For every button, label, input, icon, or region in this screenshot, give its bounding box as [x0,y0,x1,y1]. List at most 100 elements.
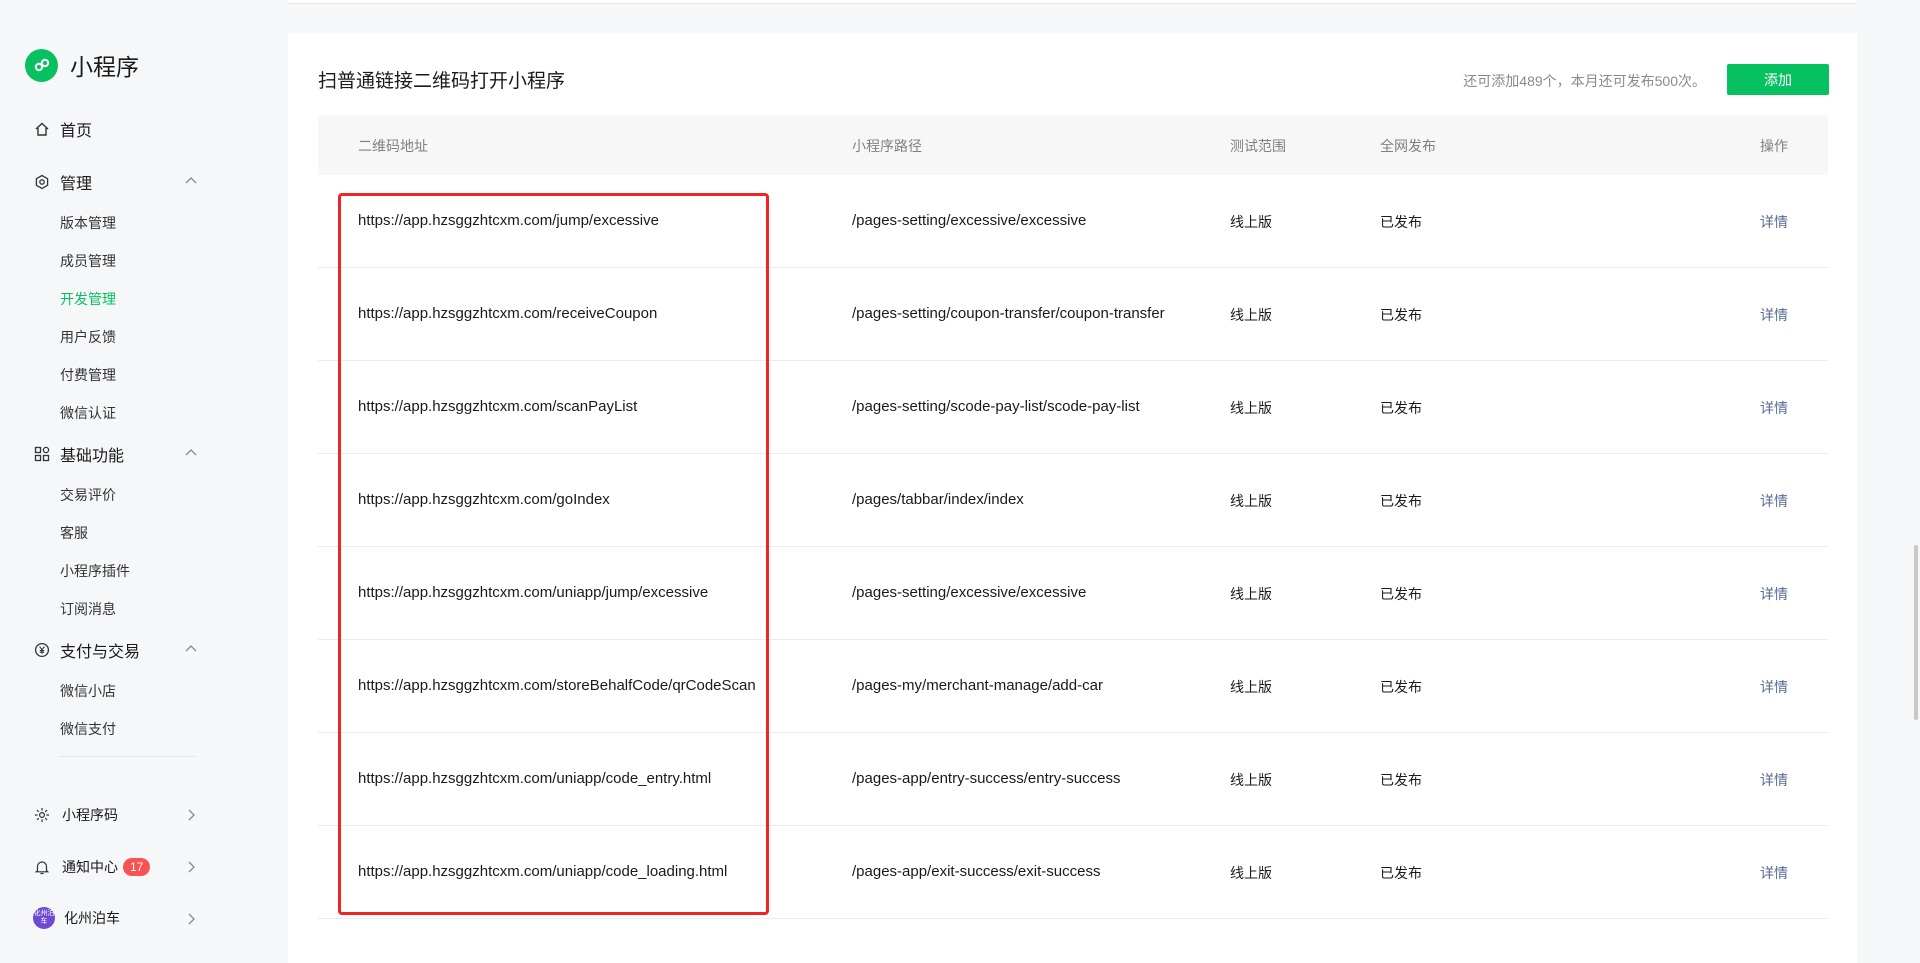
table-row: https://app.hzsggzhtcxm.com/uniapp/code_… [318,733,1828,826]
row-test-scope: 线上版 [1230,679,1272,695]
row-miniprogram-path: /pages-setting/excessive/excessive [852,212,1087,229]
row-test-scope: 线上版 [1230,772,1272,788]
settings-icon [33,173,51,191]
chevron-right-icon[interactable] [183,859,199,875]
nav-manage-label: 管理 [60,176,93,193]
bell-icon [33,858,51,876]
row-miniprogram-path: /pages-setting/coupon-transfer/coupon-tr… [852,305,1165,322]
sidebar: 小程序 首页 管理 版本管理 成员管理 开发管理 用户反馈 付费管理 微信认证 … [0,0,225,953]
row-qrcode-url: https://app.hzsggzhtcxm.com/uniapp/jump/… [358,584,709,601]
details-link[interactable]: 详情 [1760,863,1788,883]
row-test-scope: 线上版 [1230,400,1272,416]
row-miniprogram-path: /pages/tabbar/index/index [852,491,1024,508]
quota-info: 还可添加489个，本月还可发布500次。 [1463,73,1706,89]
chevron-up-icon[interactable] [183,444,199,460]
nav-customer-service[interactable]: 客服 [60,523,88,543]
details-link[interactable]: 详情 [1760,584,1788,604]
nav-user-feedback[interactable]: 用户反馈 [60,327,116,347]
table-header: 二维码地址 小程序路径 测试范围 全网发布 操作 [318,115,1828,175]
table-row: https://app.hzsggzhtcxm.com/storeBehalfC… [318,640,1828,733]
row-test-scope: 线上版 [1230,586,1272,602]
nav-home-label: 首页 [60,123,93,140]
table-row: https://app.hzsggzhtcxm.com/uniapp/jump/… [318,547,1828,640]
home-icon [33,120,51,138]
previous-card-edge [288,0,1857,4]
row-qrcode-url: https://app.hzsggzhtcxm.com/uniapp/code_… [358,770,712,787]
nav-wechat-pay[interactable]: 微信支付 [60,719,116,739]
nav-pay-trade[interactable]: 支付与交易 [33,638,140,662]
column-qrcode-url: 二维码地址 [358,138,428,154]
miniprogram-logo-icon [25,48,58,82]
app-name: 小程序 [70,54,139,80]
column-actions: 操作 [1760,138,1788,154]
chevron-right-icon[interactable] [183,911,199,927]
column-miniprogram-path: 小程序路径 [852,138,922,154]
chevron-up-icon[interactable] [183,172,199,188]
row-qrcode-url: https://app.hzsggzhtcxm.com/goIndex [358,491,610,508]
details-link[interactable]: 详情 [1760,770,1788,790]
brand[interactable]: 小程序 [25,48,139,82]
sidebar-divider [58,756,196,757]
details-link[interactable]: 详情 [1760,305,1788,325]
qrcode-sun-icon [33,806,51,824]
row-qrcode-url: https://app.hzsggzhtcxm.com/jump/excessi… [358,212,659,229]
row-publish-status: 已发布 [1380,307,1422,323]
avatar: 化州泊车 [33,907,55,929]
nav-plugins[interactable]: 小程序插件 [60,561,130,581]
details-link[interactable]: 详情 [1760,398,1788,418]
nav-trade-review[interactable]: 交易评价 [60,485,116,505]
row-test-scope: 线上版 [1230,307,1272,323]
nav-basic-label: 基础功能 [60,448,125,465]
nav-basic-features[interactable]: 基础功能 [33,442,124,466]
nav-subscribe-messages[interactable]: 订阅消息 [60,599,116,619]
row-qrcode-url: https://app.hzsggzhtcxm.com/receiveCoupo… [358,305,658,322]
row-miniprogram-path: /pages-setting/scode-pay-list/scode-pay-… [852,398,1140,415]
column-test-scope: 测试范围 [1230,138,1286,154]
row-miniprogram-path: /pages-my/merchant-manage/add-car [852,677,1103,694]
column-publish-status: 全网发布 [1380,138,1436,154]
table-row: https://app.hzsggzhtcxm.com/jump/excessi… [318,175,1828,268]
nav-wechat-auth[interactable]: 微信认证 [60,403,116,423]
row-miniprogram-path: /pages-app/entry-success/entry-success [852,770,1121,787]
details-link[interactable]: 详情 [1760,491,1788,511]
nav-miniprogram-code[interactable]: 小程序码 [33,805,118,825]
nav-payment-manage[interactable]: 付费管理 [60,365,116,385]
nav-qrcode-label: 小程序码 [62,807,118,823]
page-title: 扫普通链接二维码打开小程序 [318,71,566,92]
details-link[interactable]: 详情 [1760,677,1788,697]
nav-version-manage[interactable]: 版本管理 [60,213,116,233]
nav-dev-manage[interactable]: 开发管理 [60,289,116,309]
details-link[interactable]: 详情 [1760,212,1788,232]
nav-manage[interactable]: 管理 [33,170,92,194]
row-miniprogram-path: /pages-app/exit-success/exit-success [852,863,1101,880]
table-row: https://app.hzsggzhtcxm.com/scanPayList … [318,361,1828,454]
row-test-scope: 线上版 [1230,865,1272,881]
table-row: https://app.hzsggzhtcxm.com/uniapp/code_… [318,826,1828,919]
nav-pay-label: 支付与交易 [60,644,141,661]
row-publish-status: 已发布 [1380,586,1422,602]
row-qrcode-url: https://app.hzsggzhtcxm.com/scanPayList [358,398,638,415]
chevron-right-icon[interactable] [183,807,199,823]
row-publish-status: 已发布 [1380,679,1422,695]
row-test-scope: 线上版 [1230,214,1272,230]
qrcode-link-card: 扫普通链接二维码打开小程序 还可添加489个，本月还可发布500次。 添加 二维… [288,33,1857,963]
row-test-scope: 线上版 [1230,493,1272,509]
row-qrcode-url: https://app.hzsggzhtcxm.com/uniapp/code_… [358,863,728,880]
nav-notification-center[interactable]: 通知中心 17 [33,857,151,877]
row-miniprogram-path: /pages-setting/excessive/excessive [852,584,1087,601]
nav-account[interactable]: 化州泊车 化州泊车 [33,907,120,929]
add-button[interactable]: 添加 [1727,64,1829,95]
row-publish-status: 已发布 [1380,772,1422,788]
nav-home[interactable]: 首页 [33,117,92,141]
grid-icon [33,445,51,463]
row-publish-status: 已发布 [1380,493,1422,509]
row-publish-status: 已发布 [1380,400,1422,416]
yuan-icon [33,641,51,659]
nav-notify-label: 通知中心 [62,859,118,875]
nav-wechat-store[interactable]: 微信小店 [60,681,116,701]
notification-count-badge: 17 [123,858,151,876]
row-qrcode-url: https://app.hzsggzhtcxm.com/storeBehalfC… [358,677,756,694]
chevron-up-icon[interactable] [183,640,199,656]
nav-member-manage[interactable]: 成员管理 [60,251,116,271]
page-scrollbar[interactable] [1914,545,1918,720]
